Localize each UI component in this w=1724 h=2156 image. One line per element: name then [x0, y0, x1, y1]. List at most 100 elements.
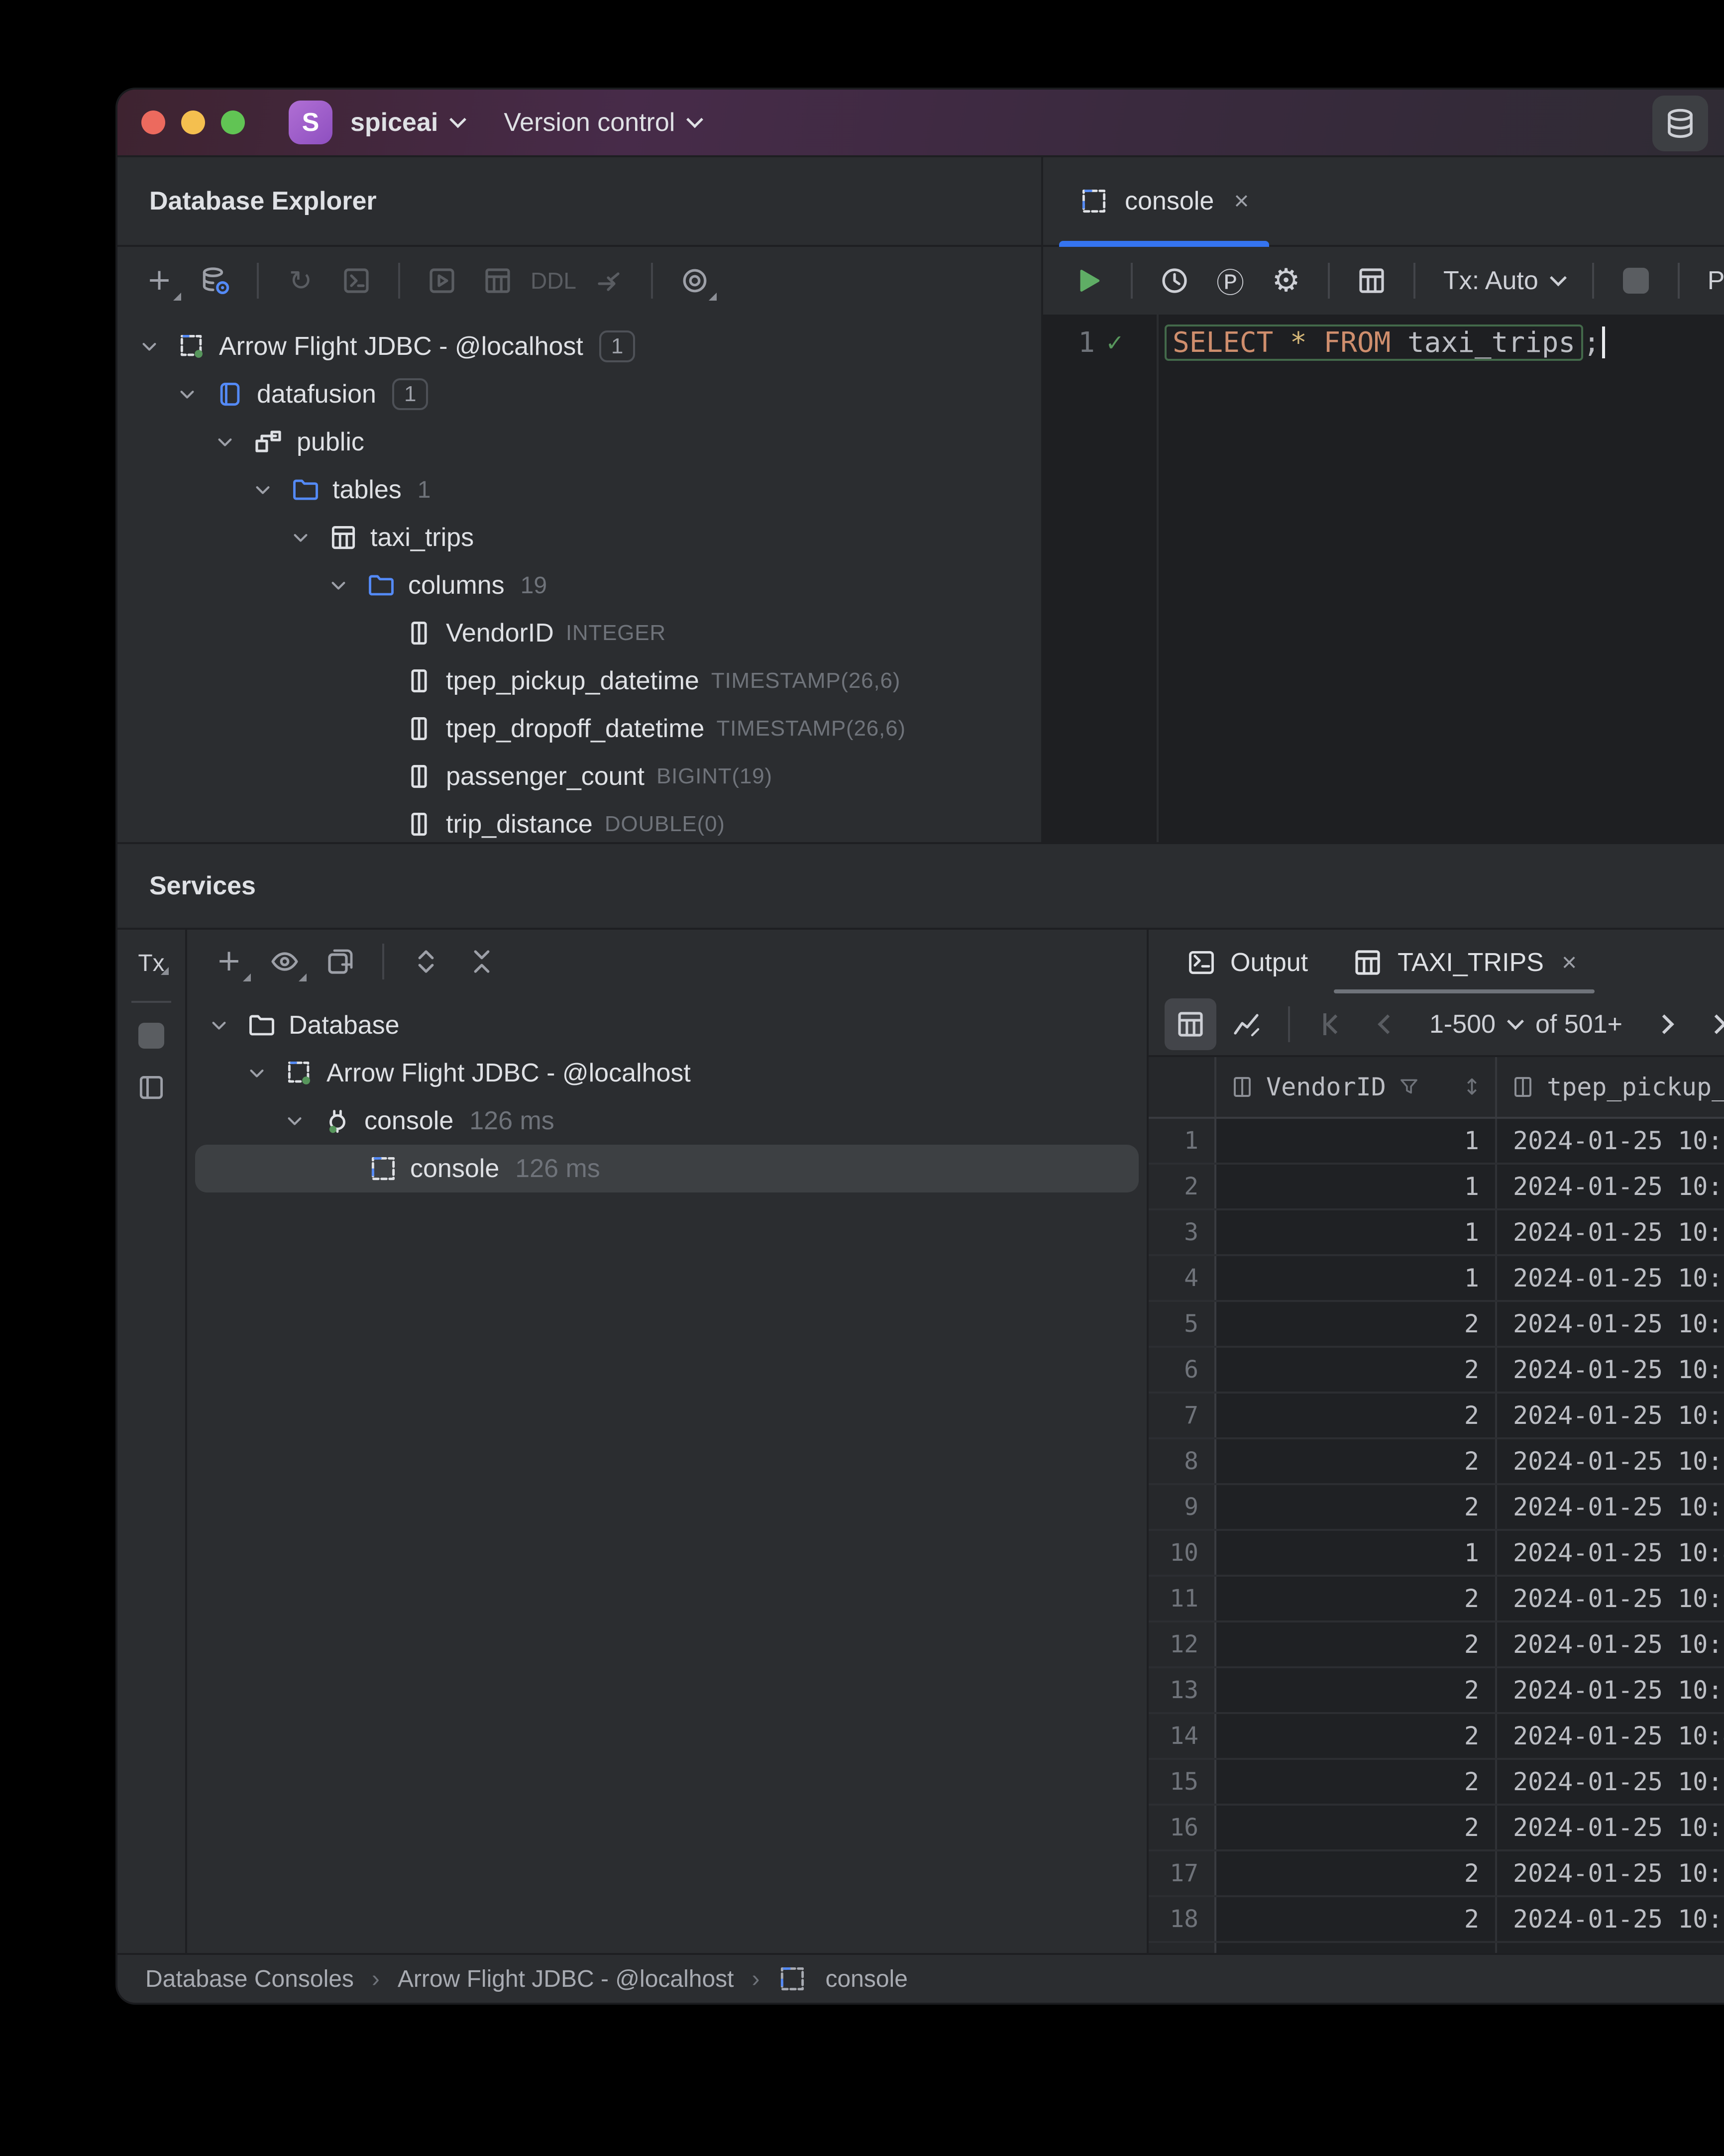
table-row[interactable]: 822024-01-25 10:03:502024-01-25 10:42:27…	[1149, 1439, 1724, 1485]
chevron-down-icon[interactable]	[209, 429, 241, 455]
db-tree-item-taxi-trips[interactable]: taxi_trips	[117, 514, 1041, 561]
db-tree-item-public[interactable]: public	[117, 418, 1041, 466]
cell[interactable]: 2	[1216, 1302, 1497, 1346]
cell[interactable]: 2	[1216, 1897, 1497, 1941]
db-tree-item-vendorid[interactable]: VendorID INTEGER	[117, 609, 1041, 657]
db-tree-item-passenger-count[interactable]: passenger_count BIGINT(19)	[117, 753, 1041, 800]
add-button[interactable]: +	[133, 255, 185, 307]
cell[interactable]: 2	[1216, 1577, 1497, 1620]
table-row[interactable]: 1122024-01-25 10:05:232024-01-25 10:14:3…	[1149, 1577, 1724, 1622]
copy-session-button[interactable]	[315, 936, 366, 987]
playground-select[interactable]: Playground	[1696, 266, 1724, 296]
db-tree-item-tpep-pickup-datetime[interactable]: tpep_pickup_datetime TIMESTAMP(26,6)	[117, 657, 1041, 705]
close-tab-icon[interactable]: ×	[1234, 186, 1249, 216]
cell[interactable]: 1	[1216, 1165, 1497, 1208]
open-in-table-button[interactable]	[1346, 255, 1398, 307]
db-tree-item-tpep-dropoff-datetime[interactable]: tpep_dropoff_datetime TIMESTAMP(26,6)	[117, 705, 1041, 753]
sql-editor[interactable]: 1✓ SELECT * FROM taxi_trips; ✓	[1043, 315, 1724, 842]
table-row[interactable]: 522024-01-25 10:10:242024-01-25 10:23:36…	[1149, 1302, 1724, 1348]
services-tree-item-console[interactable]: console 126 ms	[187, 1097, 1147, 1145]
column-header-vendorid[interactable]: VendorID ↕	[1216, 1057, 1497, 1117]
breadcrumb-datasource[interactable]: Arrow Flight JDBC - @localhost	[398, 1965, 734, 1993]
cell[interactable]: 2	[1216, 1485, 1497, 1529]
cell[interactable]: 2024-01-25 10:10:24	[1497, 1302, 1724, 1346]
cell[interactable]: 2024-01-25 10:58:21	[1497, 1897, 1724, 1941]
project-menu[interactable]: spiceai	[350, 108, 467, 137]
table-row[interactable]: 1622024-01-25 10:06:242024-01-25 10:21:2…	[1149, 1806, 1724, 1851]
table-row[interactable]: 1522024-01-25 10:37:042024-01-25 11:00:0…	[1149, 1760, 1724, 1806]
first-page-button[interactable]	[1306, 1002, 1358, 1046]
table-row[interactable]: 1422024-01-25 10:47:212024-01-25 11:04:5…	[1149, 1714, 1724, 1760]
tx-strip-button[interactable]: Tx	[130, 946, 172, 981]
cell[interactable]: 1	[1216, 1256, 1497, 1300]
expand-all-button[interactable]	[400, 936, 452, 987]
services-tree-item-arrow-flight-jdbc-localhost[interactable]: Arrow Flight JDBC - @localhost	[187, 1049, 1147, 1097]
page-range-select[interactable]: 1-500 of 501+	[1417, 1009, 1634, 1039]
add-service-button[interactable]: +	[203, 936, 255, 987]
table-row[interactable]: 1722024-01-25 10:39:402024-01-25 10:49:5…	[1149, 1851, 1724, 1897]
jump-to-console-button[interactable]	[330, 255, 382, 307]
cell[interactable]: 2024-01-25 10:37:04	[1497, 1760, 1724, 1804]
db-tree-item-arrow-flight-jdbc-localhost[interactable]: Arrow Flight JDBC - @localhost 1	[117, 323, 1041, 370]
scope-button[interactable]	[669, 255, 721, 307]
database-tool-button[interactable]	[1652, 96, 1708, 151]
version-control-menu[interactable]: Version control	[504, 108, 704, 137]
minimize-window-button[interactable]	[181, 110, 205, 134]
last-page-button[interactable]	[1694, 1002, 1724, 1046]
db-tree-item-columns[interactable]: columns 19	[117, 561, 1041, 609]
filter-icon[interactable]	[1398, 1076, 1420, 1098]
db-tree-item-tables[interactable]: tables 1	[117, 466, 1041, 514]
cell[interactable]: 2024-01-25 10:03:50	[1497, 1439, 1724, 1483]
cell[interactable]: 1	[1216, 1531, 1497, 1575]
next-page-button[interactable]	[1638, 1002, 1690, 1046]
cell[interactable]: 2	[1216, 1668, 1497, 1712]
services-tree-item-console[interactable]: console 126 ms	[195, 1145, 1139, 1192]
table-row[interactable]: 1222024-01-25 10:55:352024-01-25 11:27:2…	[1149, 1622, 1724, 1668]
open-table-button[interactable]	[472, 255, 524, 307]
close-window-button[interactable]	[141, 110, 165, 134]
chevron-down-icon[interactable]	[171, 381, 203, 407]
cell[interactable]: 2024-01-25 10:58:45	[1497, 1348, 1724, 1392]
cell[interactable]: 1	[1216, 1119, 1497, 1163]
chevron-down-icon[interactable]	[323, 572, 354, 598]
chevron-down-icon[interactable]	[279, 1108, 311, 1134]
explain-plan-button[interactable]: Ⓟ	[1204, 255, 1256, 307]
grid-view-button[interactable]	[1165, 998, 1216, 1050]
run-button[interactable]	[416, 255, 468, 307]
column-header-tpep_pickup_datetime[interactable]: tpep_pickup_datetime↕	[1497, 1057, 1724, 1117]
cell[interactable]: 2024-01-25 10:06:24	[1497, 1806, 1724, 1849]
cell[interactable]: 2024-01-25 10:57:31	[1497, 1485, 1724, 1529]
project-avatar[interactable]: S	[289, 101, 332, 144]
cell[interactable]: 2024-01-25 10:38:32	[1497, 1256, 1724, 1300]
db-tree-item-trip-distance[interactable]: trip_distance DOUBLE(0)	[117, 800, 1041, 842]
cell[interactable]: 2024-01-25 10:23:50	[1497, 1165, 1724, 1208]
run-query-button[interactable]	[1063, 255, 1115, 307]
go-to-ddl-button[interactable]	[583, 255, 635, 307]
cell[interactable]: 2	[1216, 1622, 1497, 1666]
table-row[interactable]: 722024-01-25 10:31:282024-01-25 10:55:43…	[1149, 1394, 1724, 1439]
chart-view-button[interactable]	[1220, 998, 1272, 1050]
sql-statement[interactable]: SELECT * FROM taxi_trips;	[1165, 321, 1605, 364]
ddl-button[interactable]: DDL	[528, 255, 579, 307]
table-row[interactable]: 412024-01-25 10:38:322024-01-25 10:53:20…	[1149, 1256, 1724, 1302]
table-row[interactable]: 922024-01-25 10:57:312024-01-25 11:03:07…	[1149, 1485, 1724, 1531]
cell[interactable]: 2	[1216, 1348, 1497, 1392]
cell[interactable]: 2024-01-25 10:36:47	[1497, 1119, 1724, 1163]
tab-console[interactable]: console ×	[1059, 157, 1269, 247]
zoom-window-button[interactable]	[221, 110, 245, 134]
breadcrumb-database-consoles[interactable]: Database Consoles	[145, 1965, 354, 1993]
cell[interactable]: 2024-01-25 10:31:28	[1497, 1394, 1724, 1437]
sort-icon[interactable]: ↕	[1463, 1075, 1481, 1100]
table-row[interactable]: 1322024-01-25 10:28:122024-01-25 10:39:1…	[1149, 1668, 1724, 1714]
tab-output[interactable]: Output	[1169, 932, 1326, 993]
cell[interactable]: 2024-01-25 10:05:23	[1497, 1577, 1724, 1620]
table-row[interactable]: 1822024-01-25 10:58:212024-01-25 11:23:5…	[1149, 1897, 1724, 1943]
tx-mode-select[interactable]: Tx: Auto	[1431, 266, 1576, 296]
cell[interactable]: 2024-01-25 10:28:12	[1497, 1668, 1724, 1712]
console-settings-button[interactable]: ⚙	[1260, 255, 1312, 307]
tab-taxi-trips[interactable]: TAXI_TRIPS ×	[1334, 932, 1595, 993]
stop-strip-icon[interactable]	[138, 1023, 164, 1049]
close-tab-icon[interactable]: ×	[1562, 948, 1577, 977]
cell[interactable]: 2024-01-25 10:40:41	[1497, 1531, 1724, 1575]
previous-page-button[interactable]	[1362, 1002, 1413, 1046]
